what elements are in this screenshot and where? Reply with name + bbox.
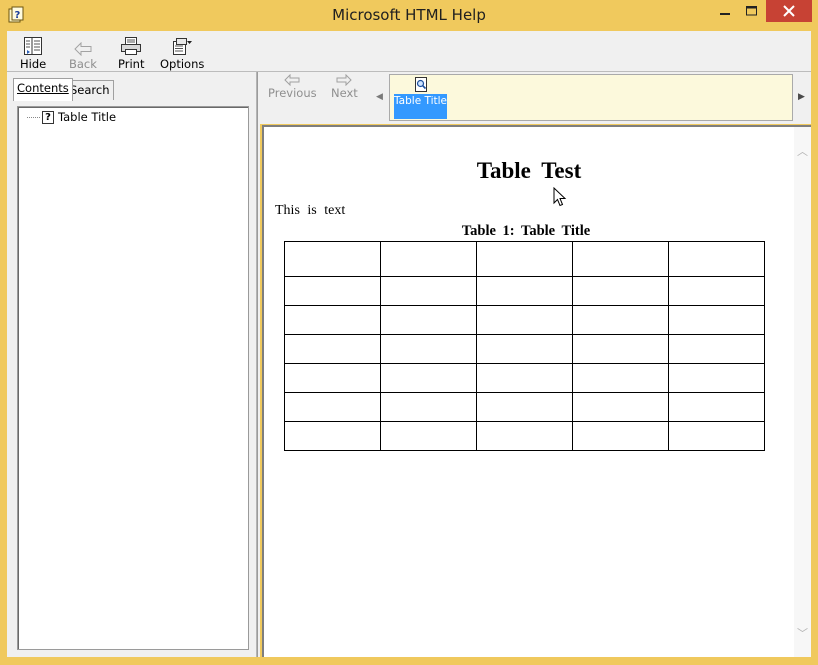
table-cell <box>380 276 477 306</box>
table-cell <box>476 334 573 364</box>
scroll-up-icon[interactable]: ︿ <box>797 143 808 159</box>
minimize-icon <box>719 13 730 15</box>
table-cell <box>668 421 765 451</box>
contents-tree[interactable]: ? Table Title <box>17 106 249 650</box>
print-label: Print <box>118 57 145 71</box>
next-button[interactable]: Next <box>331 74 358 100</box>
table-row <box>284 305 765 335</box>
history-item-table-title[interactable]: Table Title <box>394 77 449 119</box>
scroll-right-icon[interactable]: ▶ <box>798 92 805 102</box>
maximize-icon <box>746 6 757 16</box>
scroll-down-icon[interactable]: ﹀ <box>797 625 808 641</box>
table-cell <box>380 392 477 422</box>
print-button[interactable]: Print <box>118 34 144 71</box>
topic-navigation-bar: Previous Next ◀ Table Title ▶ <box>260 72 811 124</box>
table-cell <box>572 334 669 364</box>
close-icon <box>783 5 795 17</box>
vertical-scrollbar[interactable]: ︿ ﹀ <box>794 127 811 657</box>
table-cell <box>284 334 381 364</box>
table-cell <box>572 241 669 277</box>
next-arrow-icon <box>336 74 353 86</box>
back-button[interactable]: Back <box>69 34 97 71</box>
table-cell <box>284 421 381 451</box>
content-table-body <box>284 241 765 451</box>
window-title: Microsoft HTML Help <box>332 6 486 24</box>
topic-content-area[interactable]: Table Test This is text Table 1: Table T… <box>262 125 811 657</box>
tree-item-label: Table Title <box>58 110 117 124</box>
help-topic-icon: ? <box>42 110 54 124</box>
content-table <box>284 241 765 451</box>
tab-contents-label: Contents <box>17 81 69 95</box>
tree-item-table-title[interactable]: ? Table Title <box>27 110 116 124</box>
options-label: Options <box>160 57 205 71</box>
hide-button[interactable]: Hide <box>20 34 46 71</box>
table-cell <box>476 421 573 451</box>
table-cell <box>668 276 765 306</box>
table-row <box>284 241 765 277</box>
options-icon <box>173 38 193 55</box>
options-button[interactable]: Options <box>160 34 204 71</box>
table-cell <box>668 392 765 422</box>
tab-search[interactable]: Search <box>66 80 114 100</box>
table-cell <box>380 334 477 364</box>
mouse-pointer-icon <box>553 187 567 207</box>
table-cell <box>572 421 669 451</box>
table-cell <box>380 363 477 393</box>
table-cell <box>476 392 573 422</box>
close-button[interactable] <box>766 0 812 22</box>
tab-search-label: Search <box>70 83 110 97</box>
previous-arrow-icon <box>284 74 300 86</box>
table-cell <box>668 334 765 364</box>
hide-label: Hide <box>20 57 47 71</box>
minimize-button[interactable] <box>711 0 738 22</box>
table-cell <box>476 276 573 306</box>
page-title: Table Test <box>476 158 582 183</box>
topic-history-strip: Table Title <box>389 74 793 121</box>
table-cell <box>668 305 765 335</box>
table-row <box>284 363 765 393</box>
table-cell <box>476 305 573 335</box>
scroll-left-icon[interactable]: ◀ <box>376 92 383 102</box>
table-cell <box>668 241 765 277</box>
table-cell <box>476 363 573 393</box>
table-cell <box>572 276 669 306</box>
next-label: Next <box>331 86 358 100</box>
table-row <box>284 276 765 306</box>
table-caption: Table 1: Table Title <box>461 223 591 239</box>
table-row <box>284 392 765 422</box>
table-cell <box>476 241 573 277</box>
navigation-pane: Contents Search ? Table Title <box>7 72 257 657</box>
table-cell <box>284 363 381 393</box>
maximize-button[interactable] <box>738 0 765 22</box>
pane-splitter[interactable] <box>257 72 260 657</box>
previous-label: Previous <box>268 86 317 100</box>
table-row <box>284 421 765 451</box>
table-cell <box>380 241 477 277</box>
table-cell <box>380 305 477 335</box>
history-item-label: Table Title <box>394 94 447 119</box>
table-cell <box>572 392 669 422</box>
previous-button[interactable]: Previous <box>268 74 317 100</box>
topic-page-icon <box>415 77 427 92</box>
table-cell <box>284 392 381 422</box>
tree-connector <box>27 116 40 118</box>
table-cell <box>284 305 381 335</box>
toolbar: Hide Back Print Options <box>7 31 811 72</box>
table-cell <box>668 363 765 393</box>
hide-pane-icon <box>24 37 43 55</box>
table-cell <box>380 421 477 451</box>
back-arrow-icon <box>74 42 92 56</box>
title-bar: ? Microsoft HTML Help <box>0 0 818 31</box>
printer-icon <box>121 37 142 55</box>
tab-contents[interactable]: Contents <box>13 78 73 101</box>
body-text: This is text <box>275 203 346 218</box>
table-cell <box>284 276 381 306</box>
table-row <box>284 334 765 364</box>
back-label: Back <box>69 57 97 71</box>
table-cell <box>284 241 381 277</box>
table-cell <box>572 305 669 335</box>
table-cell <box>572 363 669 393</box>
